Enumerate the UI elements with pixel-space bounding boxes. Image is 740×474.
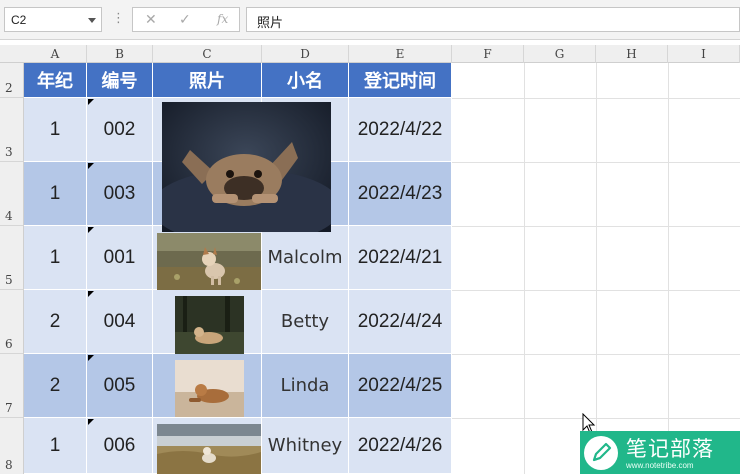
cell-grade[interactable]: 1 <box>24 98 87 162</box>
text-number-indicator <box>88 291 94 297</box>
cell-grade[interactable]: 2 <box>24 290 87 354</box>
dog-photo-malcolm[interactable] <box>157 233 261 290</box>
header-date[interactable]: 登记时间 <box>349 63 452 98</box>
watermark-badge: 笔记部落 www.notetribe.com <box>580 431 740 474</box>
header-number[interactable]: 编号 <box>87 63 153 98</box>
column-header-b[interactable]: B <box>87 45 153 63</box>
cancel-icon[interactable]: ✕ <box>145 11 157 28</box>
text-number-indicator <box>88 99 94 105</box>
cell-number[interactable]: 006 <box>87 418 153 474</box>
cell-number[interactable]: 003 <box>87 162 153 226</box>
cell-name[interactable]: Betty <box>262 290 349 354</box>
column-header-i[interactable]: I <box>668 45 740 63</box>
cell-grade[interactable]: 1 <box>24 162 87 226</box>
name-box[interactable]: C2 <box>4 7 102 32</box>
formula-buttons: ✕ ✓ fx <box>132 7 240 32</box>
dog-photo-large[interactable] <box>162 102 331 232</box>
column-header-bar: A B C D E F G H I <box>0 45 740 63</box>
cell-date[interactable]: 2022/4/26 <box>349 418 452 474</box>
row-header-4[interactable]: 4 <box>0 162 24 226</box>
row-header-5[interactable]: 5 <box>0 226 24 290</box>
chevron-down-icon[interactable] <box>88 18 96 23</box>
column-header-h[interactable]: H <box>596 45 668 63</box>
row-header-3[interactable]: 3 <box>0 98 24 162</box>
enter-icon[interactable]: ✓ <box>179 11 191 28</box>
pencil-logo-icon <box>584 436 618 470</box>
text-number-indicator <box>88 227 94 233</box>
column-header-g[interactable]: G <box>524 45 596 63</box>
text-number-indicator <box>88 163 94 169</box>
watermark-url: www.notetribe.com <box>626 461 694 470</box>
cell-name[interactable]: Malcolm <box>262 226 349 290</box>
cell-date[interactable]: 2022/4/24 <box>349 290 452 354</box>
header-name[interactable]: 小名 <box>262 63 349 98</box>
cell-date[interactable]: 2022/4/22 <box>349 98 452 162</box>
row-header-8[interactable]: 8 <box>0 418 24 474</box>
cell-name[interactable]: Linda <box>262 354 349 418</box>
column-header-f[interactable]: F <box>452 45 524 63</box>
dog-photo-linda[interactable] <box>175 360 244 417</box>
header-photo[interactable]: 照片 <box>153 63 262 98</box>
cell-number[interactable]: 004 <box>87 290 153 354</box>
cell-number[interactable]: 002 <box>87 98 153 162</box>
dog-photo-whitney[interactable] <box>157 424 261 474</box>
insert-function-icon[interactable]: fx <box>217 12 228 26</box>
row-header-7[interactable]: 7 <box>0 354 24 418</box>
column-header-a[interactable]: A <box>24 45 87 63</box>
cell-number[interactable]: 001 <box>87 226 153 290</box>
cell-date[interactable]: 2022/4/21 <box>349 226 452 290</box>
name-box-value: C2 <box>11 13 27 27</box>
row-header-2[interactable]: 2 <box>0 63 24 98</box>
column-header-c[interactable]: C <box>153 45 262 63</box>
text-number-indicator <box>88 355 94 361</box>
more-options-icon[interactable]: ⋮ <box>112 10 125 26</box>
column-header-e[interactable]: E <box>349 45 452 63</box>
watermark-title: 笔记部落 <box>626 437 714 461</box>
cell-date[interactable]: 2022/4/23 <box>349 162 452 226</box>
formula-input[interactable]: 照片 <box>246 7 740 32</box>
formula-bar: C2 ⋮ ✕ ✓ fx 照片 <box>0 0 740 40</box>
cell-date[interactable]: 2022/4/25 <box>349 354 452 418</box>
cell-number[interactable]: 005 <box>87 354 153 418</box>
row-header-6[interactable]: 6 <box>0 290 24 354</box>
column-header-d[interactable]: D <box>262 45 349 63</box>
cell-grade[interactable]: 1 <box>24 418 87 474</box>
text-number-indicator <box>88 419 94 425</box>
header-grade[interactable]: 年纪 <box>24 63 87 98</box>
cell-name[interactable]: Whitney <box>262 418 349 474</box>
cell-grade[interactable]: 1 <box>24 226 87 290</box>
dog-photo-betty[interactable] <box>175 296 244 354</box>
cell-grade[interactable]: 2 <box>24 354 87 418</box>
